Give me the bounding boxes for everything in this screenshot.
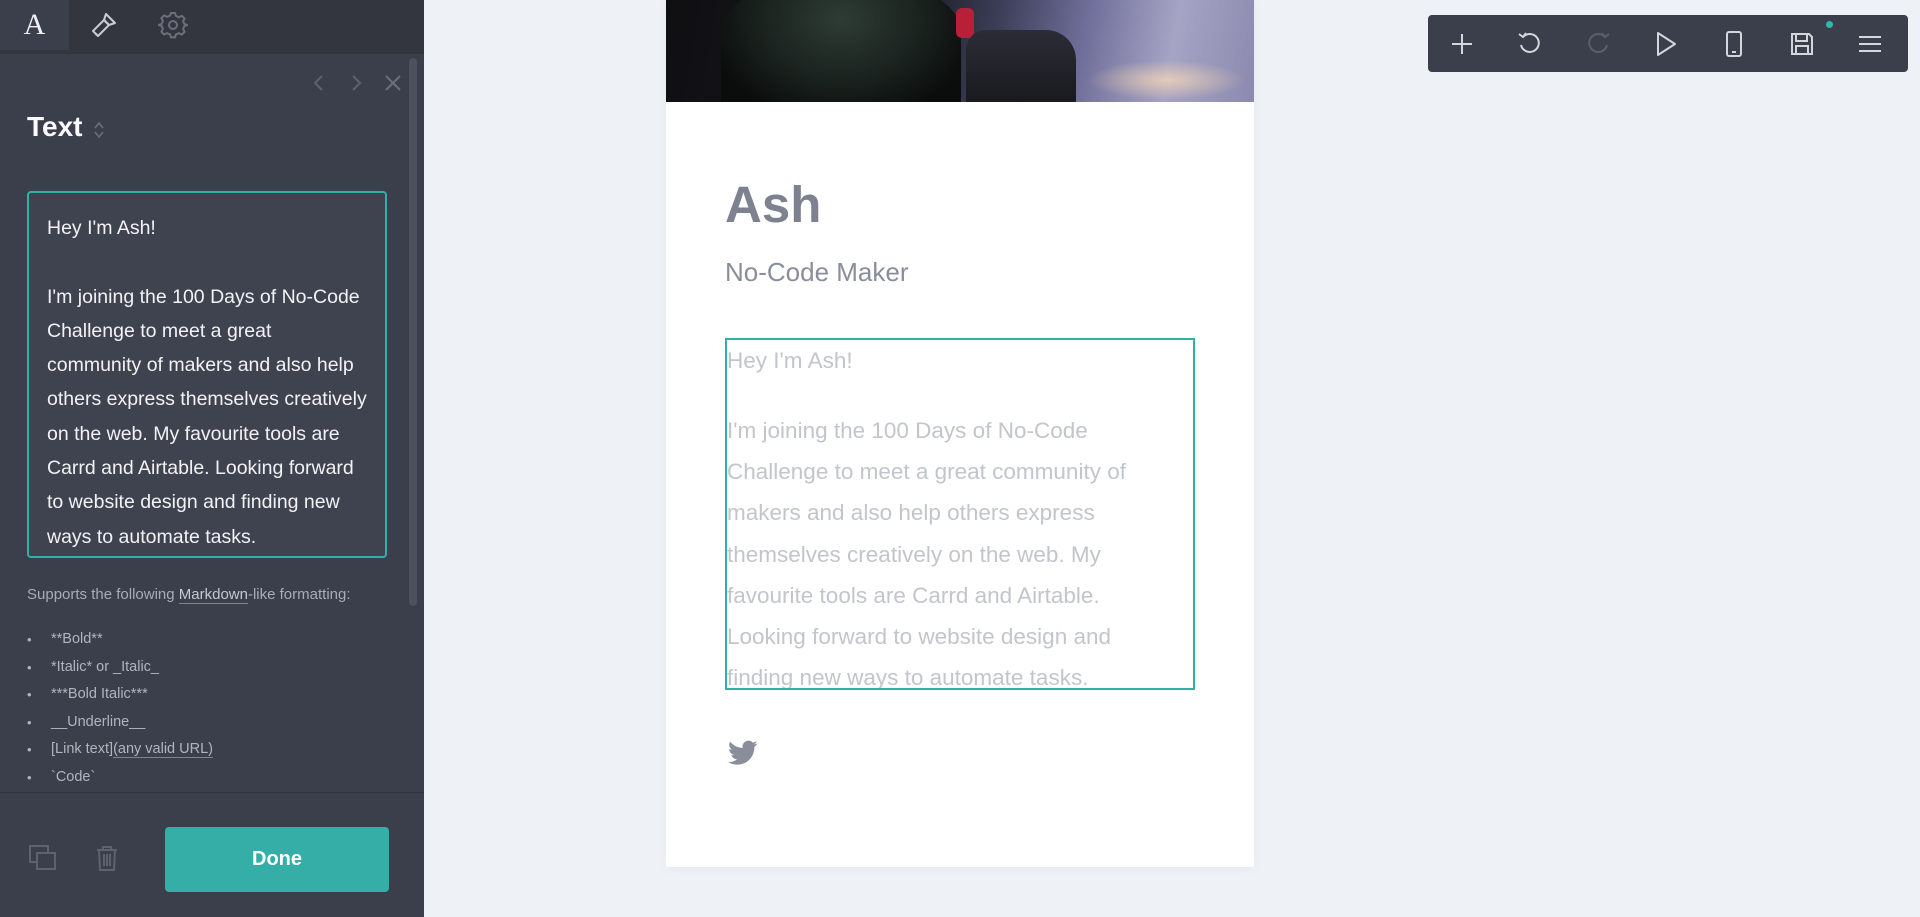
text-icon: A (23, 8, 46, 41)
mobile-icon (1726, 30, 1742, 57)
tab-text[interactable]: A (0, 0, 69, 50)
formatting-list: **Bold** *Italic* or _Italic_ ***Bold It… (27, 626, 213, 791)
list-item: **Bold** (27, 626, 213, 654)
add-button[interactable] (1428, 15, 1496, 72)
add-icon (1452, 33, 1472, 54)
top-toolbar (1428, 15, 1908, 72)
page-name-heading[interactable]: Ash (725, 175, 821, 234)
list-item: [Link text](any valid URL) (27, 736, 213, 764)
sort-caret-icon[interactable] (93, 119, 105, 141)
formatting-help: Supports the following Markdown-like for… (27, 586, 351, 604)
redo-icon (1588, 31, 1610, 53)
close-button[interactable] (380, 70, 406, 96)
unsaved-indicator (1826, 21, 1833, 28)
twitter-icon[interactable] (728, 740, 758, 766)
body-text: I'm joining the 100 Days of No-Code Chal… (727, 418, 1126, 690)
help-prefix: Supports the following (27, 586, 179, 603)
header-image[interactable] (666, 0, 1254, 102)
list-item: `Code` (27, 764, 213, 792)
menu-icon (1859, 35, 1881, 52)
sidebar-tabbar: A (0, 0, 424, 54)
redo-button[interactable] (1564, 15, 1632, 72)
save-icon (1791, 32, 1813, 55)
page-preview: Ash No-Code Maker Hey I'm Ash! I'm joini… (666, 0, 1254, 867)
text-content-editor[interactable]: Hey I'm Ash! I'm joining the 100 Days of… (27, 191, 387, 558)
panel-title: Text (27, 111, 83, 142)
trash-icon (97, 846, 117, 871)
tab-style[interactable] (69, 0, 138, 50)
undo-icon (1518, 31, 1540, 53)
menu-button[interactable] (1836, 15, 1904, 72)
list-item: ***Bold Italic*** (27, 681, 213, 709)
close-icon (385, 75, 401, 91)
help-suffix: -like formatting: (247, 586, 351, 603)
play-icon (1657, 31, 1676, 56)
intro-text: Hey I'm Ash! (727, 348, 853, 373)
footer-divider (0, 792, 424, 793)
editor-sidebar: A Text Hey I'm Ash! I'm joining the 100 … (0, 0, 424, 917)
preview-button[interactable] (1632, 15, 1700, 72)
previous-button[interactable] (306, 70, 332, 96)
mobile-view-button[interactable] (1700, 15, 1768, 72)
next-button[interactable] (343, 70, 369, 96)
chevron-left-icon (313, 75, 323, 91)
link-url-example: (any valid URL) (113, 741, 213, 758)
list-item: *Italic* or _Italic_ (27, 654, 213, 682)
tab-settings[interactable] (138, 0, 207, 50)
link-text-example: [Link text] (51, 741, 114, 757)
delete-button[interactable] (92, 843, 122, 873)
selected-text-element[interactable]: Hey I'm Ash! I'm joining the 100 Days of… (725, 338, 1195, 690)
done-button[interactable]: Done (165, 827, 389, 892)
markdown-link[interactable]: Markdown (178, 586, 248, 604)
sidebar-scrollbar[interactable] (409, 58, 417, 606)
undo-button[interactable] (1496, 15, 1564, 72)
page-tagline[interactable]: No-Code Maker (725, 257, 909, 288)
duplicate-button[interactable] (28, 843, 58, 873)
list-item: __Underline__ (27, 709, 213, 737)
duplicate-icon (29, 845, 56, 870)
chevron-right-icon (352, 75, 362, 91)
brush-icon (91, 13, 116, 37)
gear-icon (157, 12, 188, 39)
